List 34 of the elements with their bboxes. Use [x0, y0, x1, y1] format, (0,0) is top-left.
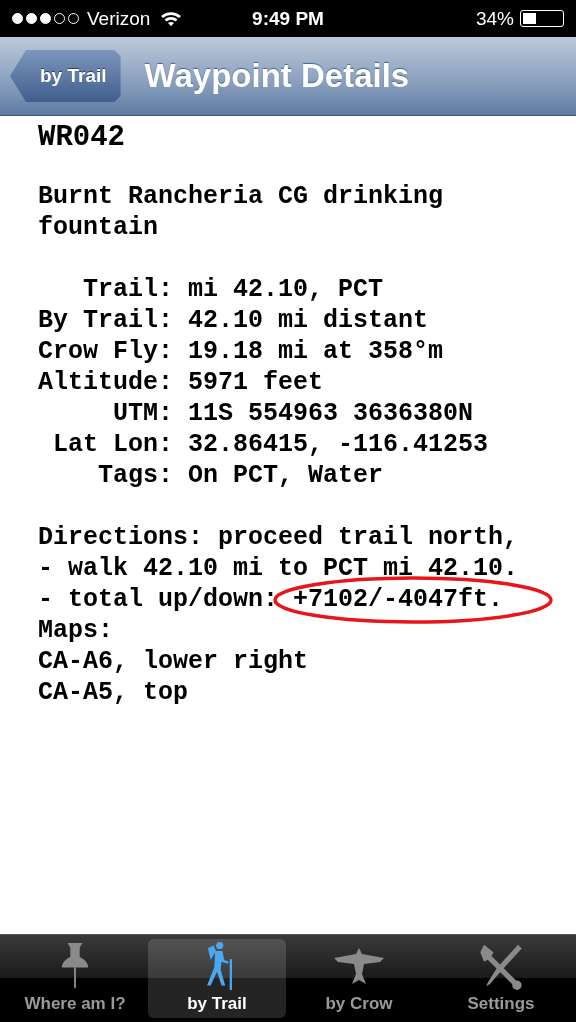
directions-line: - walk 42.10 mi to PCT mi 42.10.	[38, 554, 519, 583]
field-value: On PCT, Water	[188, 460, 384, 491]
waypoint-description: Burnt Rancheria CG drinking fountain	[38, 181, 445, 243]
field-label: Tags:	[97, 460, 173, 491]
tab-item[interactable]: by Crow	[290, 939, 428, 1018]
wifi-icon	[160, 10, 183, 27]
field-value: 42.10 mi distant	[188, 305, 429, 336]
field-value: 11S 554963 3636380N	[188, 398, 474, 429]
field-label: By Trail:	[38, 305, 173, 336]
field-label: Lat Lon:	[52, 429, 173, 460]
field-label: Altitude:	[38, 367, 173, 398]
field-label: Crow Fly:	[38, 336, 173, 367]
clock-time: 9:49 PM	[252, 7, 324, 30]
field-value: 5971 feet	[188, 367, 324, 398]
carrier-name: Verizon	[87, 7, 151, 30]
tab-item[interactable]: Where am I?	[6, 939, 144, 1018]
tab-item[interactable]: by Trail	[148, 939, 286, 1018]
directions-line: CA-A6, lower right	[38, 647, 309, 676]
directions-line: - total up/down:	[38, 585, 279, 614]
battery-percent: 34%	[475, 7, 514, 30]
back-button[interactable]: by Trail	[10, 50, 121, 102]
field-label: Trail:	[82, 274, 173, 305]
elevation-total: +7102/-4047ft.	[293, 585, 504, 614]
directions-line: Maps:	[38, 616, 113, 645]
directions-line: Directions: proceed trail north,	[38, 523, 519, 552]
directions-line: CA-A5, top	[38, 678, 189, 707]
screen-title: Waypoint Details	[144, 57, 410, 95]
battery-icon	[520, 10, 564, 27]
field-value: 19.18 mi at 358°m	[188, 336, 444, 367]
field-label: UTM:	[112, 398, 173, 429]
field-value: 32.86415, -116.41253	[188, 429, 489, 460]
tab-item[interactable]: Settings	[432, 939, 570, 1018]
waypoint-code: WR042	[38, 122, 126, 153]
field-value: mi 42.10, PCT	[188, 274, 384, 305]
